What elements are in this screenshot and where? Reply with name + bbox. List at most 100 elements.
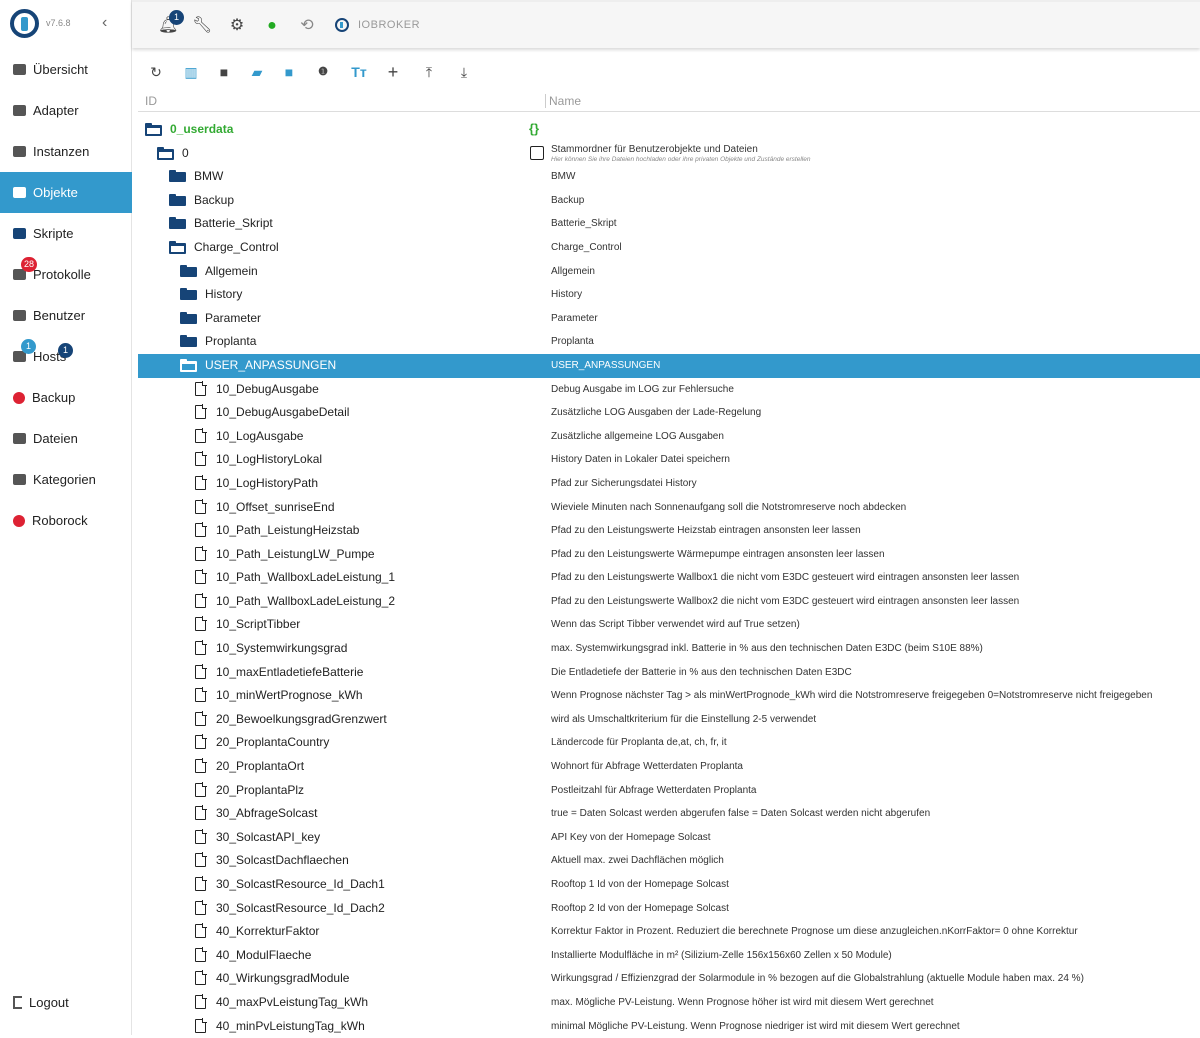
state-row[interactable]: 30_SolcastAPI_key API Key von der Homepag…	[138, 826, 1200, 850]
file-icon[interactable]	[195, 876, 207, 891]
folder-expand-icon[interactable]: ■	[279, 60, 299, 84]
state-row[interactable]: 10_Path_WallboxLadeLeistung_1 Pfad zu den…	[138, 566, 1200, 590]
file-icon[interactable]	[195, 545, 207, 561]
file-icon[interactable]	[195, 380, 207, 396]
folder-icon[interactable]	[169, 170, 186, 183]
state-row[interactable]: 40_ModulFlaeche Installierte Modulfläche …	[138, 944, 1200, 968]
file-icon[interactable]	[195, 781, 207, 797]
folder-open-icon[interactable]	[145, 123, 162, 136]
file-icon[interactable]	[195, 404, 207, 420]
file-icon[interactable]	[195, 451, 207, 467]
state-row[interactable]: 40_minPvLeistungTag_kWh minimal Mögliche …	[138, 1015, 1200, 1038]
state-row[interactable]: 10_Offset_sunriseEnd Wieviele Minuten nac…	[138, 496, 1200, 520]
folder-icon[interactable]	[180, 288, 197, 301]
file-icon[interactable]	[195, 592, 207, 608]
file-icon[interactable]	[195, 710, 207, 726]
folder-icon[interactable]	[180, 311, 197, 324]
folder-icon[interactable]	[180, 335, 197, 348]
file-icon[interactable]	[195, 734, 207, 750]
state-row[interactable]: 10_LogHistoryLokal History Daten in Lokal…	[138, 448, 1200, 472]
text-size-icon[interactable]: Tт	[349, 60, 369, 84]
file-icon[interactable]	[195, 640, 207, 656]
folder-open-icon[interactable]	[169, 240, 186, 254]
file-icon[interactable]	[195, 946, 207, 962]
one-level-icon[interactable]: ❶	[313, 60, 333, 84]
folder-row[interactable]: Charge_Control Charge_Control	[138, 236, 1200, 260]
sidebar-item-dateien[interactable]: Dateien	[0, 418, 132, 459]
sidebar-item-kategorien[interactable]: Kategorien	[0, 459, 132, 500]
folder-row[interactable]: Parameter Parameter	[138, 307, 1200, 331]
sidebar-item-protokolle[interactable]: Protokolle 28	[0, 254, 132, 295]
file-icon[interactable]	[195, 1017, 207, 1033]
file-icon[interactable]	[195, 616, 207, 632]
file-icon[interactable]	[195, 498, 207, 514]
file-icon[interactable]	[195, 758, 207, 774]
sidebar-item-skripte[interactable]: Skripte	[0, 213, 132, 254]
state-row[interactable]: 10_ScriptTibber Wenn das Script Tibber ve…	[138, 613, 1200, 637]
state-row[interactable]: 10_LogHistoryPath Pfad zur Sicherungsdate…	[138, 472, 1200, 496]
folder-icon[interactable]	[169, 193, 186, 206]
state-row[interactable]: 30_SolcastDachflaechen Aktuell max. zwei …	[138, 849, 1200, 873]
state-row[interactable]: 10_Path_LeistungHeizstab Pfad zu den Leis…	[138, 519, 1200, 543]
state-row[interactable]: 30_SolcastResource_Id_Dach2 Rooftop 2 Id …	[138, 897, 1200, 921]
folder-row[interactable]: USER_ANPASSUNGEN USER_ANPASSUNGEN	[138, 353, 1200, 378]
file-icon[interactable]	[195, 687, 207, 703]
folder-row[interactable]: BMW BMW	[138, 165, 1200, 189]
sidebar-item-benutzer[interactable]: Benutzer	[0, 295, 132, 336]
state-row[interactable]: 10_DebugAusgabe Debug Ausgabe im LOG zur …	[138, 378, 1200, 402]
state-row[interactable]: 20_ProplantaCountry Ländercode für Propla…	[138, 731, 1200, 755]
state-row[interactable]: 20_ProplantaPlz Postleitzahl für Abfrage …	[138, 779, 1200, 803]
state-row[interactable]: 20_ProplantaOrt Wohnort für Abfrage Wette…	[138, 755, 1200, 779]
sidebar-item-objekte[interactable]: Objekte	[0, 172, 132, 213]
state-row[interactable]: 10_maxEntladetiefeBatterie Die Entladetie…	[138, 661, 1200, 685]
file-icon[interactable]	[195, 663, 207, 679]
sidebar-item-übersicht[interactable]: Übersicht	[0, 49, 132, 90]
wrench-icon[interactable]: 🔧︎	[192, 16, 212, 36]
state-row[interactable]: 40_maxPvLeistungTag_kWh max. Mögliche PV-…	[138, 991, 1200, 1015]
file-icon[interactable]	[195, 852, 207, 868]
state-row[interactable]: 10_Path_WallboxLadeLeistung_2 Pfad zu den…	[138, 590, 1200, 614]
file-icon[interactable]	[195, 828, 207, 844]
folder-row[interactable]: Batterie_Skript Batterie_Skript	[138, 212, 1200, 236]
folder-open-icon[interactable]	[180, 358, 197, 372]
add-icon[interactable]: +	[383, 60, 403, 84]
folder-row[interactable]: Proplanta Proplanta	[138, 330, 1200, 354]
sync-off-icon[interactable]: ⟲	[297, 16, 317, 36]
file-icon[interactable]	[195, 569, 207, 585]
gear-icon[interactable]: ⚙	[227, 16, 247, 36]
folder-icon[interactable]: ■	[214, 60, 234, 84]
state-row[interactable]: 10_DebugAusgabeDetail Zusätzliche LOG Aus…	[138, 401, 1200, 425]
sidebar-item-adapter[interactable]: Adapter	[0, 90, 132, 131]
folder-row[interactable]: Allgemein Allgemein	[138, 260, 1200, 284]
state-row[interactable]: 40_WirkungsgradModule Wirkungsgrad / Effi…	[138, 967, 1200, 991]
state-row[interactable]: 30_SolcastResource_Id_Dach1 Rooftop 1 Id …	[138, 873, 1200, 897]
state-row[interactable]: 30_AbfrageSolcast true = Daten Solcast we…	[138, 802, 1200, 826]
file-icon[interactable]	[195, 899, 207, 915]
state-row[interactable]: 40_KorrekturFaktor Korrektur Faktor in Pr…	[138, 920, 1200, 944]
sidebar-item-hosts[interactable]: Hosts 1 1	[0, 336, 132, 377]
state-row[interactable]: 10_Systemwirkungsgrad max. Systemwirkungs…	[138, 637, 1200, 661]
folder-row[interactable]: Backup Backup	[138, 189, 1200, 213]
folder-row[interactable]: 0_userdata {}	[138, 118, 1200, 142]
state-row[interactable]: 20_BewoelkungsgradGrenzwert wird als Umsc…	[138, 708, 1200, 732]
state-row[interactable]: 10_Path_LeistungLW_Pumpe Pfad zu den Leis…	[138, 543, 1200, 567]
logout-button[interactable]: Logout	[0, 982, 132, 1023]
sidebar-item-roborock[interactable]: Roborock	[0, 500, 132, 541]
download-icon[interactable]: ⤓	[454, 60, 474, 84]
sidebar-item-backup[interactable]: Backup	[0, 377, 132, 418]
state-row[interactable]: 10_minWertPrognose_kWh Wenn Prognose näch…	[138, 684, 1200, 708]
collapse-sidebar-button[interactable]: ‹	[102, 14, 107, 32]
columns-icon[interactable]: ▥	[181, 60, 201, 84]
folder-open-icon[interactable]: ▰	[247, 60, 267, 84]
refresh-icon[interactable]: ↻	[146, 60, 166, 84]
file-icon[interactable]	[195, 970, 207, 986]
file-icon[interactable]	[195, 474, 207, 490]
file-icon[interactable]	[195, 923, 207, 939]
expert-mode-icon[interactable]: ●	[262, 16, 282, 36]
folder-row[interactable]: History History	[138, 283, 1200, 307]
sidebar-item-instanzen[interactable]: Instanzen	[0, 131, 132, 172]
file-icon[interactable]	[195, 522, 207, 538]
folder-row[interactable]: 0 Stammordner für Benutzerobjekte und Dat…	[138, 142, 1200, 166]
folder-icon[interactable]	[169, 217, 186, 230]
file-icon[interactable]	[195, 805, 207, 821]
